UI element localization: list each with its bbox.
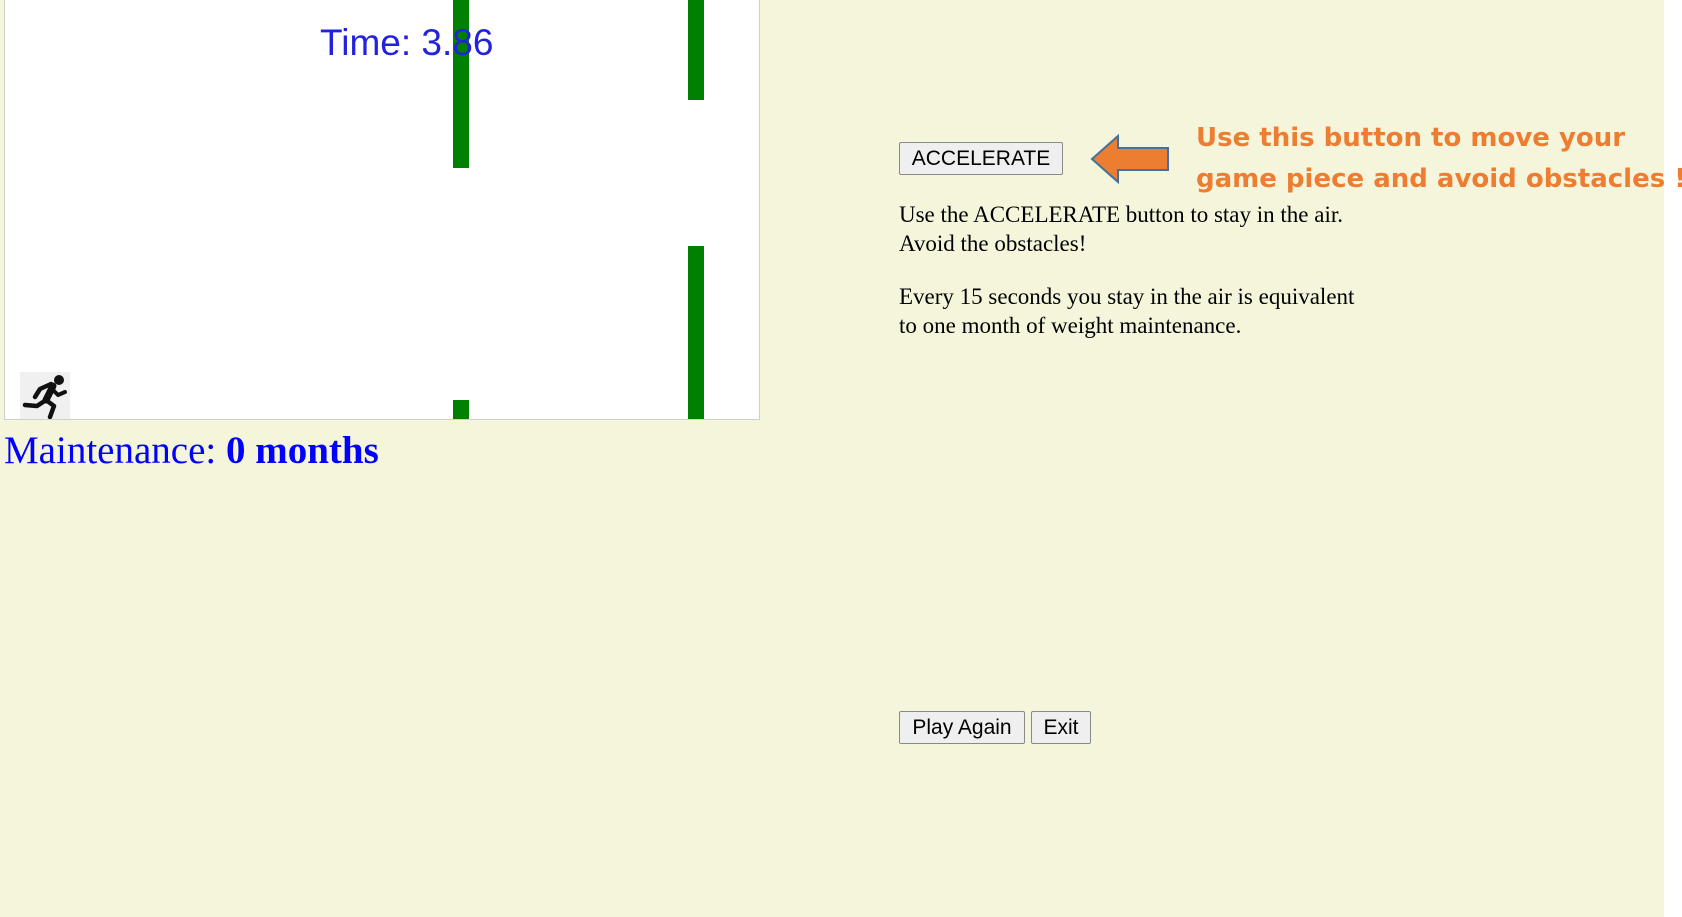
exit-button[interactable]: Exit [1031, 711, 1091, 744]
running-person-icon [20, 372, 70, 419]
hint-line-1: Use this button to move your [1196, 123, 1626, 153]
left-arrow-icon [1090, 133, 1169, 185]
instruction-accelerate: Use the ACCELERATE button to stay in the… [899, 202, 1343, 256]
hint-line-2: game piece and avoid obstacles ! [1196, 164, 1682, 194]
game-canvas[interactable]: Time: 3.86 [4, 0, 760, 420]
maintenance-label: Maintenance: [4, 429, 226, 472]
accelerate-button[interactable]: ACCELERATE [899, 142, 1063, 175]
instruction-maintenance: Every 15 seconds you stay in the air is … [899, 284, 1355, 338]
game-page: Time: 3.86 Maintenance: 0 months ACCELER… [0, 0, 1682, 917]
accelerate-hint: Use this button to move your game piece … [1196, 118, 1682, 200]
maintenance-status: Maintenance: 0 months [4, 428, 379, 473]
maintenance-value: 0 months [225, 429, 379, 472]
obstacle-pipe-bottom-1 [453, 400, 469, 419]
instructions: Use the ACCELERATE button to stay in the… [899, 200, 1369, 364]
obstacle-pipe-top-2 [688, 0, 704, 100]
obstacle-pipe-bottom-2 [688, 246, 704, 419]
play-again-button[interactable]: Play Again [899, 711, 1025, 744]
time-label: Time: 3.86 [320, 22, 494, 63]
